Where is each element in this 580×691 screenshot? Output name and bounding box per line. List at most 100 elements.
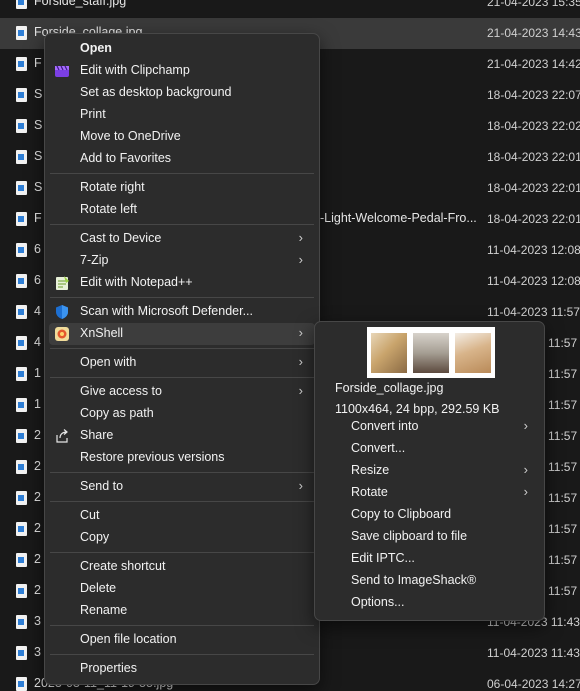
image-file-icon (16, 553, 27, 567)
image-file-icon (16, 150, 27, 164)
menu-separator (50, 472, 314, 473)
xnshell-item-save-clipboard-to-file[interactable]: Save clipboard to file (319, 526, 540, 548)
share-icon (54, 428, 70, 444)
file-date-modified: 21-04-2023 14:43 (487, 26, 580, 40)
file-name: 3 (34, 614, 41, 628)
file-date-modified: 18-04-2023 22:02 (487, 119, 580, 133)
preview-file-info: 1100x464, 24 bpp, 292.59 KB (335, 402, 500, 416)
menu-item-label: Copy as path (80, 406, 154, 420)
file-date-modified: 11:57 (548, 522, 578, 536)
menu-item-label: Rename (80, 603, 128, 617)
image-file-icon (16, 460, 27, 474)
menu-item-print[interactable]: Print (49, 104, 315, 126)
menu-item-cut[interactable]: Cut (49, 505, 315, 527)
menu-separator (50, 297, 314, 298)
menu-item-label: Delete (80, 581, 117, 595)
menu-item-label: Options... (351, 595, 405, 609)
file-date-modified: 11:57 (548, 367, 578, 381)
image-file-icon (16, 522, 27, 536)
file-name: 1 (34, 366, 41, 380)
menu-separator (50, 501, 314, 502)
menu-item-restore-previous-versions[interactable]: Restore previous versions (49, 447, 315, 469)
chevron-right-icon: › (298, 354, 303, 369)
context-menu: Open Edit with Clipchamp Set as desktop ba… (44, 33, 320, 685)
menu-item-label: Restore previous versions (80, 450, 225, 464)
xnshell-item-convert-into[interactable]: Convert into › (319, 416, 540, 438)
file-date-modified: 11-04-2023 11:57 (487, 305, 580, 319)
file-name-visible-part: -Light-Welcome-Pedal-Fro... (320, 211, 477, 225)
menu-item-open-file-location[interactable]: Open file location (49, 629, 315, 651)
menu-item-label: Cut (80, 508, 100, 522)
file-date-modified: 21-04-2023 15:35 (487, 0, 580, 9)
image-file-icon (16, 367, 27, 381)
file-date-modified: 11:57 (548, 491, 578, 505)
defender-shield-icon (54, 304, 70, 320)
file-date-modified: 11-04-2023 11:43 (487, 646, 580, 660)
image-file-icon (16, 212, 27, 226)
menu-item-create-shortcut[interactable]: Create shortcut (49, 556, 315, 578)
menu-item-label: Copy to Clipboard (351, 507, 452, 521)
file-name: F (34, 211, 42, 225)
menu-separator (50, 552, 314, 553)
menu-item-rotate-left[interactable]: Rotate left (49, 199, 315, 221)
menu-item-label: Add to Favorites (80, 151, 172, 165)
xnshell-item-edit-iptc[interactable]: Edit IPTC... (319, 548, 540, 570)
file-date-modified: 11:57 (548, 398, 578, 412)
menu-item-label: Resize (351, 463, 390, 477)
image-file-icon (16, 274, 27, 288)
menu-item-7-zip[interactable]: 7-Zip › (49, 250, 315, 272)
file-date-modified: 06-04-2023 14:27 (487, 677, 580, 691)
menu-item-label: Properties (80, 661, 137, 675)
xnshell-item-options[interactable]: Options... (319, 592, 540, 614)
menu-item-give-access-to[interactable]: Give access to › (49, 381, 315, 403)
menu-item-label: Edit with Clipchamp (80, 63, 190, 77)
menu-item-rotate-right[interactable]: Rotate right (49, 177, 315, 199)
xnshell-item-rotate[interactable]: Rotate › (319, 482, 540, 504)
menu-item-label: Cast to Device (80, 231, 162, 245)
menu-item-set-as-desktop-background[interactable]: Set as desktop background (49, 82, 315, 104)
menu-item-properties[interactable]: Properties (49, 658, 315, 680)
xnshell-item-send-to-imageshack[interactable]: Send to ImageShack® (319, 570, 540, 592)
xnshell-item-resize[interactable]: Resize › (319, 460, 540, 482)
menu-item-label: Convert... (351, 441, 406, 455)
menu-item-open[interactable]: Open (49, 38, 315, 60)
menu-item-label: Set as desktop background (80, 85, 232, 99)
menu-item-label: Send to ImageShack® (351, 573, 477, 587)
file-name: 2 (34, 459, 41, 473)
menu-item-copy[interactable]: Copy (49, 527, 315, 549)
clipchamp-icon (54, 63, 70, 79)
file-name: S (34, 118, 43, 132)
menu-item-label: XnShell (80, 326, 124, 340)
file-row[interactable]: Forside_staff.jpg 21-04-2023 15:35 (0, 0, 580, 18)
menu-item-cast-to-device[interactable]: Cast to Device › (49, 228, 315, 250)
menu-item-label: Scan with Microsoft Defender... (80, 304, 253, 318)
menu-item-delete[interactable]: Delete (49, 578, 315, 600)
menu-separator (50, 625, 314, 626)
xnshell-item-copy-to-clipboard[interactable]: Copy to Clipboard (319, 504, 540, 526)
menu-item-send-to[interactable]: Send to › (49, 476, 315, 498)
chevron-right-icon: › (298, 230, 303, 245)
menu-item-add-to-favorites[interactable]: Add to Favorites (49, 148, 315, 170)
menu-item-label: Save clipboard to file (351, 529, 468, 543)
file-date-modified: 11:57 (548, 429, 578, 443)
menu-item-edit-with-notepad[interactable]: Edit with Notepad++ (49, 272, 315, 294)
xnshell-item-convert[interactable]: Convert... (319, 438, 540, 460)
chevron-right-icon: › (523, 418, 528, 433)
menu-item-copy-as-path[interactable]: Copy as path (49, 403, 315, 425)
file-date-modified: 11:57 (548, 584, 578, 598)
file-date-modified: 11-04-2023 12:08 (487, 243, 580, 257)
file-name: 6 (34, 242, 41, 256)
menu-item-rename[interactable]: Rename (49, 600, 315, 622)
menu-item-xnshell[interactable]: XnShell › (49, 323, 315, 345)
file-date-modified: 11-04-2023 12:08 (487, 274, 580, 288)
menu-item-edit-with-clipchamp[interactable]: Edit with Clipchamp (49, 60, 315, 82)
menu-item-label: Copy (80, 530, 110, 544)
menu-separator (50, 224, 314, 225)
preview-file-name: Forside_collage.jpg (335, 381, 444, 395)
file-date-modified: 18-04-2023 22:01 (487, 150, 580, 164)
menu-item-scan-with-microsoft-defender[interactable]: Scan with Microsoft Defender... (49, 301, 315, 323)
menu-item-share[interactable]: Share (49, 425, 315, 447)
menu-item-open-with[interactable]: Open with › (49, 352, 315, 374)
thumbnail-photo-1 (371, 333, 407, 373)
menu-item-move-to-onedrive[interactable]: Move to OneDrive (49, 126, 315, 148)
